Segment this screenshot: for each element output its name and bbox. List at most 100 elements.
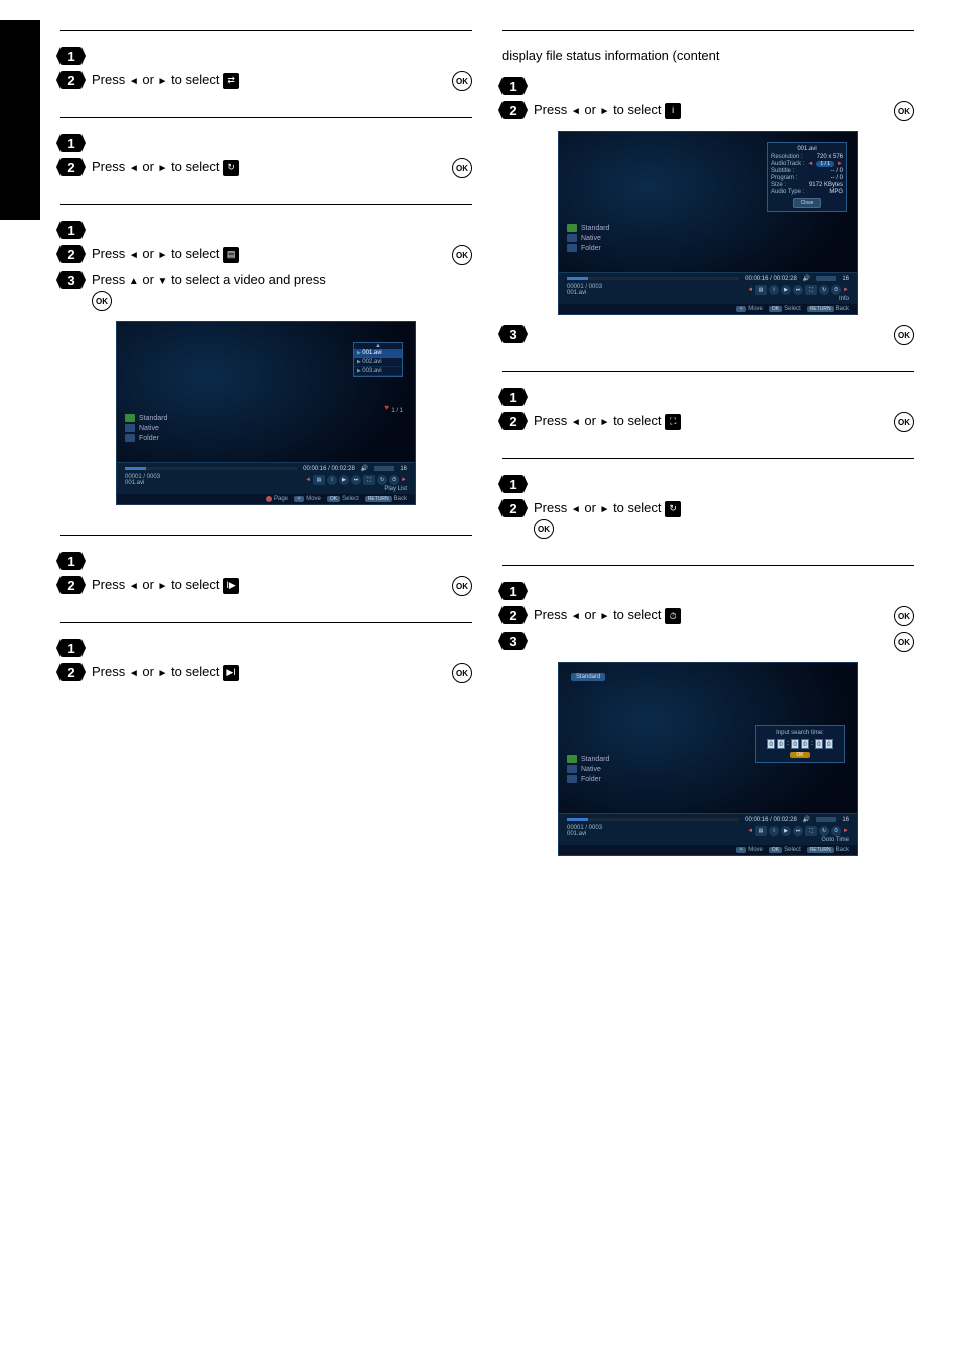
ok-button-icon: OK	[534, 519, 554, 539]
skip-icon: ⏭	[793, 285, 803, 295]
step-2: 2	[60, 158, 82, 176]
step-1: 1	[502, 77, 524, 95]
heart-icon: ♥	[384, 403, 389, 412]
right-arrow-icon	[600, 607, 610, 622]
step-1: 1	[60, 639, 82, 657]
step-text: Press or to select ▤	[92, 245, 442, 263]
section-r2: 1 2 Press or to select ↻ OK	[502, 458, 914, 565]
ok-button-icon: OK	[452, 245, 472, 265]
info-icon: i	[665, 103, 681, 119]
info-screenshot: 001.avi Resolution :720 x 576 AudioTrack…	[558, 131, 858, 315]
return-key-icon: RETURN	[807, 847, 834, 853]
chapter-num: 16	[842, 276, 849, 282]
up-arrow-icon	[129, 272, 139, 287]
aspect-icon: ⛶	[805, 826, 817, 836]
prev-icon: ◄	[747, 828, 753, 834]
current-file: 001.avi	[125, 480, 160, 486]
step-1: 1	[60, 552, 82, 570]
step-2: 2	[502, 499, 524, 517]
chapter-num: 16	[400, 466, 407, 472]
play-icon: ▶	[781, 826, 791, 836]
step-2: 2	[502, 101, 524, 119]
volume-icon: 🔊	[361, 465, 368, 472]
section-l4: 1 2 Press or to select I▶ OK	[60, 535, 472, 622]
play-icon: ▶	[781, 285, 791, 295]
step-2: 2	[60, 663, 82, 681]
left-arrow-icon	[129, 246, 139, 261]
section-r0: display file status information (content…	[502, 30, 914, 371]
step-text: Press or to select ▶I	[92, 663, 442, 681]
ok-button-icon: OK	[92, 291, 112, 311]
standard-icon	[567, 224, 577, 232]
list-icon: ▤	[313, 475, 325, 485]
native-icon	[567, 234, 577, 242]
volume-icon: 🔊	[803, 275, 810, 282]
ok-button-icon: OK	[894, 632, 914, 652]
ok-key-icon: OK	[769, 847, 782, 853]
ok-button-icon: OK	[894, 325, 914, 345]
control-label: Goto Time	[567, 837, 849, 843]
folder-icon	[125, 434, 135, 442]
skip-icon: ⏭	[793, 826, 803, 836]
native-icon	[125, 424, 135, 432]
ok-button-icon: OK	[894, 412, 914, 432]
ok-button-icon: OK	[452, 576, 472, 596]
playback-time: 00:00:16 / 00:02:28	[745, 276, 797, 282]
left-arrow-icon	[571, 500, 581, 515]
repeat-icon: ↻	[223, 160, 239, 176]
prev-icon: ◄	[305, 477, 311, 483]
left-arrow-icon	[129, 664, 139, 679]
volume-icon: 🔊	[803, 816, 810, 823]
standard-icon	[125, 414, 135, 422]
playlist-item: 003.avi	[354, 367, 402, 376]
step-2: 2	[60, 245, 82, 263]
step-text: Press or to select I▶	[92, 576, 442, 594]
left-arrow-icon	[129, 159, 139, 174]
playback-time: 00:00:16 / 00:02:28	[745, 817, 797, 823]
aspect-icon: ⛶	[805, 285, 817, 295]
info-icon: i	[769, 826, 779, 836]
folder-icon	[567, 775, 577, 783]
left-arrow-icon	[129, 577, 139, 592]
right-arrow-icon	[158, 577, 168, 592]
playlist-item: 002.avi	[354, 358, 402, 367]
pager: 1 / 1	[391, 408, 403, 414]
page-dot-icon	[266, 496, 272, 502]
standard-icon	[567, 755, 577, 763]
side-tab	[0, 20, 40, 220]
section-l2: 1 2 Press or to select ↻ OK	[60, 117, 472, 204]
next-icon: ►	[843, 828, 849, 834]
ok-key-icon: OK	[769, 306, 782, 312]
aspect-icon: ⛶	[363, 475, 375, 485]
step-1: 1	[60, 47, 82, 65]
step-1: 1	[502, 388, 524, 406]
section-l3: 1 2 Press or to select ▤ OK 3 Press or t…	[60, 204, 472, 535]
playback-time: 00:00:16 / 00:02:28	[303, 466, 355, 472]
ok-button-icon: OK	[452, 663, 472, 683]
step-3: 3	[502, 632, 524, 650]
step-2: 2	[502, 606, 524, 624]
info-icon: i	[327, 475, 337, 485]
right-arrow-icon	[600, 413, 610, 428]
left-arrow-icon	[571, 413, 581, 428]
section-l5: 1 2 Press or to select ▶I OK	[60, 622, 472, 709]
move-key-icon: ✧	[736, 847, 746, 853]
playlist-item: 001.avi	[354, 349, 402, 358]
slow-play-icon: I▶	[223, 578, 239, 594]
step-2: 2	[502, 412, 524, 430]
ok-button-icon: OK	[452, 158, 472, 178]
rotate-icon: ↻	[377, 475, 387, 485]
rotate-icon: ↻	[819, 826, 829, 836]
step-2: 2	[60, 71, 82, 89]
goto-panel: Input search time: 00 : 00 : 00 OK	[755, 725, 845, 763]
left-arrow-icon	[129, 72, 139, 87]
ok-key-icon: OK	[327, 496, 340, 502]
step-forward-icon: ▶I	[223, 665, 239, 681]
clock-icon: ⏱	[831, 285, 841, 295]
goto-screenshot: Standard Input search time: 00 : 00 : 00…	[558, 662, 858, 856]
step-text: Press or to select ↻ OK	[534, 499, 914, 539]
rotate-icon: ↻	[819, 285, 829, 295]
step-text: Press or to select a video and press OK	[92, 271, 472, 311]
section-r3: 1 2 Press or to select ⏱ OK 3 OK	[502, 565, 914, 886]
current-file: 001.avi	[567, 290, 602, 296]
